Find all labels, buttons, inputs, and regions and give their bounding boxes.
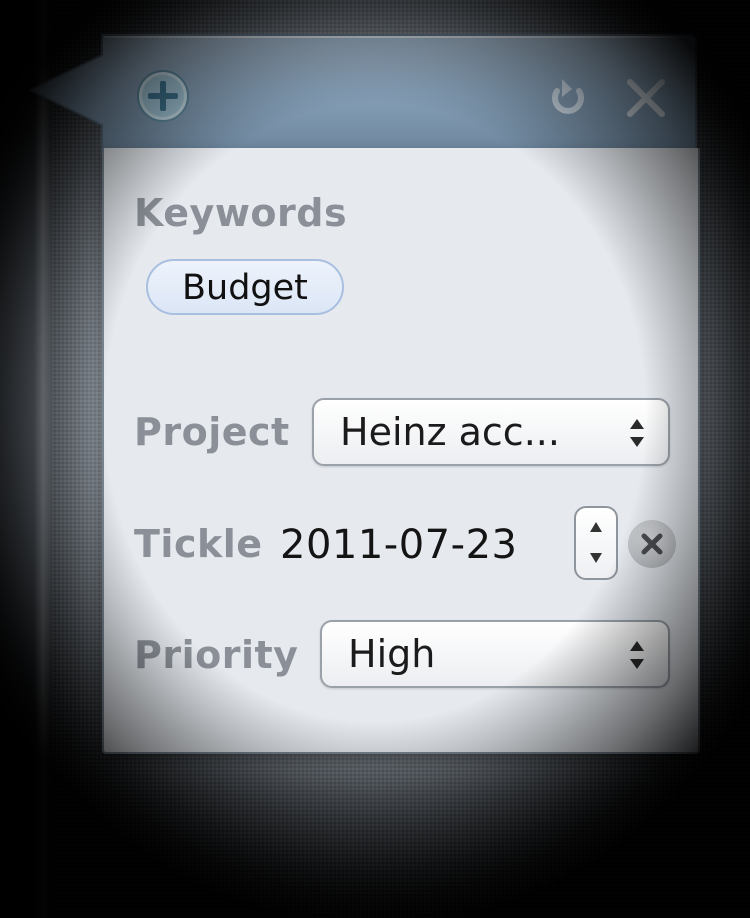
undo-icon[interactable] [547,75,589,119]
priority-label: Priority [134,633,299,677]
stepper-up-button[interactable] [576,508,616,543]
popover-header [28,33,698,150]
tickle-date-stepper [574,506,618,580]
clear-x-icon [641,533,663,555]
close-icon[interactable] [624,76,668,120]
screenshot-frame: Keywords Budget Project Heinz acc... Tic… [0,0,750,918]
popover-body: Keywords Budget Project Heinz acc... Tic… [102,148,700,754]
project-select-value: Heinz acc... [340,410,560,454]
select-arrows-icon [630,419,644,447]
clear-date-button[interactable] [628,520,676,568]
project-label: Project [134,410,290,454]
tickle-label: Tickle [134,522,263,566]
keywords-label: Keywords [134,191,348,235]
select-arrows-icon [630,641,644,669]
tickle-date-field[interactable]: 2011-07-23 [280,522,517,568]
inspector-popover: Keywords Budget Project Heinz acc... Tic… [28,33,700,755]
triangle-up-icon [590,522,602,532]
project-select[interactable]: Heinz acc... [312,398,670,466]
keyword-token-budget[interactable]: Budget [146,259,344,315]
stepper-down-button[interactable] [576,543,616,578]
priority-select-value: High [348,632,436,676]
priority-select[interactable]: High [320,620,670,688]
header-shape [28,34,697,150]
add-icon[interactable] [136,69,190,123]
triangle-down-icon [590,553,602,563]
